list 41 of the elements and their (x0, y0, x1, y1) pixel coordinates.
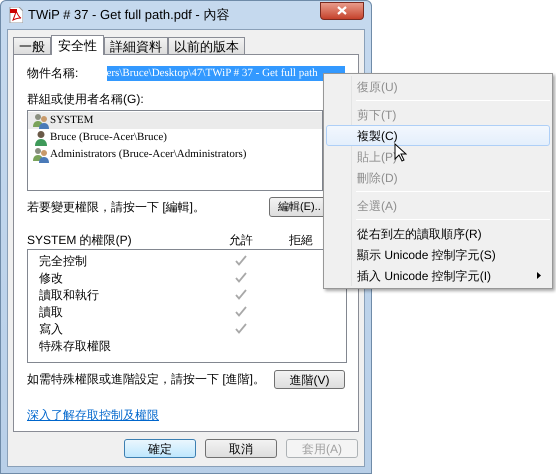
edit-hint: 若要變更權限，請按一下 [編輯]。 (27, 199, 206, 216)
dialog-button[interactable]: 確定 (124, 439, 196, 458)
checkmark-icon (235, 323, 247, 334)
help-link[interactable]: 深入了解存取控制及權限 (27, 406, 159, 424)
allow-header: 允許 (229, 232, 254, 249)
advanced-button[interactable]: 進階(V) (274, 370, 345, 388)
checkmark-icon (235, 306, 247, 317)
checkmark-icon (235, 255, 247, 266)
close-button[interactable] (320, 2, 364, 20)
group-list-item[interactable]: SYSTEM (28, 112, 322, 129)
window-title: TWiP # 37 - Get full path.pdf - 內容 (28, 6, 230, 24)
permission-name: 寫入 (39, 320, 64, 338)
permission-name: 讀取和執行 (39, 286, 100, 304)
tab[interactable]: 詳細資料 (104, 37, 168, 54)
users-icon (33, 112, 49, 128)
user-icon (33, 130, 49, 146)
group-list-item[interactable]: Bruce (Bruce-Acer\Bruce) (28, 129, 322, 146)
advanced-hint: 如需特殊權限或進階設定，請按一下 [進階]。 (27, 371, 266, 388)
object-name-label: 物件名稱: (27, 65, 80, 82)
checkmark-icon (235, 289, 247, 300)
permission-name: 修改 (39, 270, 64, 286)
dialog-button[interactable]: 取消 (205, 439, 277, 458)
menu-item[interactable]: 插入 Unicode 控制字元(I) (326, 265, 550, 286)
pdf-file-icon (9, 7, 23, 23)
permissions-title: SYSTEM 的權限(P) (27, 232, 133, 249)
menu-item[interactable]: 從右到左的讀取順序(R) (326, 223, 550, 244)
users-icon (33, 146, 49, 162)
groups-label: 群組或使用者名稱(G): (27, 91, 145, 108)
checkmark-icon (235, 272, 247, 283)
tab[interactable]: 一般 (13, 37, 51, 54)
tab[interactable]: 安全性 (51, 35, 104, 55)
menu-item[interactable]: 顯示 Unicode 控制字元(S) (326, 244, 550, 265)
permission-name: 完全控制 (39, 252, 88, 270)
submenu-arrow-icon (537, 272, 541, 279)
group-list-item[interactable]: Administrators (Bruce-Acer\Administrators) (28, 146, 322, 163)
permission-name: 特殊存取權限 (39, 338, 112, 354)
permission-name: 讀取 (39, 304, 64, 320)
tab[interactable]: 以前的版本 (168, 37, 245, 54)
menu-item[interactable]: 複製(C) (326, 125, 550, 146)
deny-header: 拒絕 (289, 232, 313, 249)
close-icon (337, 6, 347, 15)
